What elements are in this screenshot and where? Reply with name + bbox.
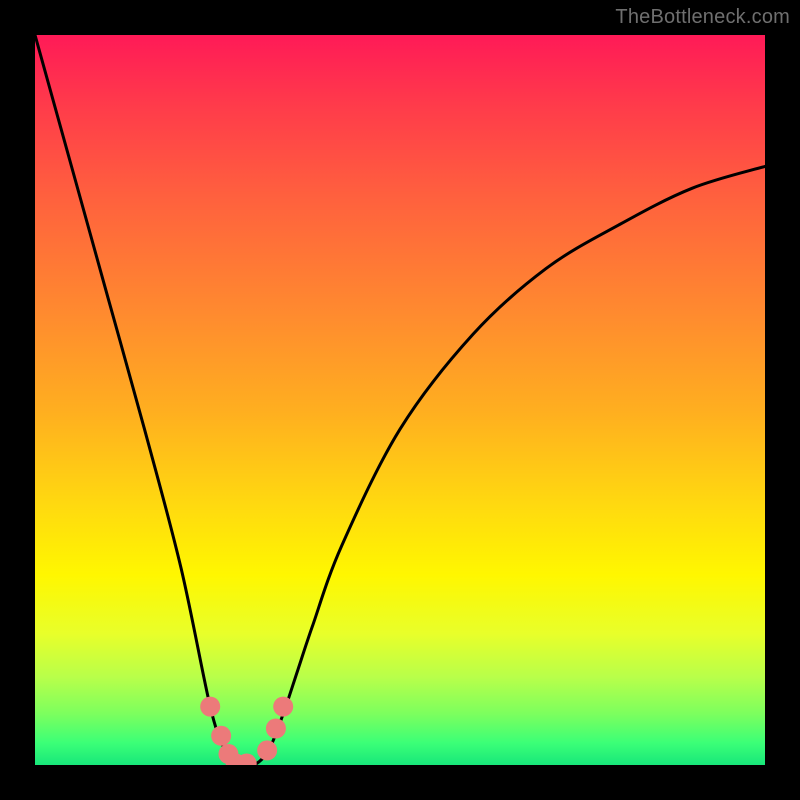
data-markers: [200, 697, 293, 765]
chart-frame: TheBottleneck.com: [0, 0, 800, 800]
plot-area: [35, 35, 765, 765]
marker-right-3: [273, 697, 293, 717]
bottleneck-chart: [35, 35, 765, 765]
watermark-text: TheBottleneck.com: [615, 6, 790, 29]
marker-right-1: [257, 740, 277, 760]
marker-left-1: [200, 697, 220, 717]
marker-left-2: [211, 726, 231, 746]
bottleneck-curve: [35, 35, 765, 765]
marker-right-2: [266, 719, 286, 739]
